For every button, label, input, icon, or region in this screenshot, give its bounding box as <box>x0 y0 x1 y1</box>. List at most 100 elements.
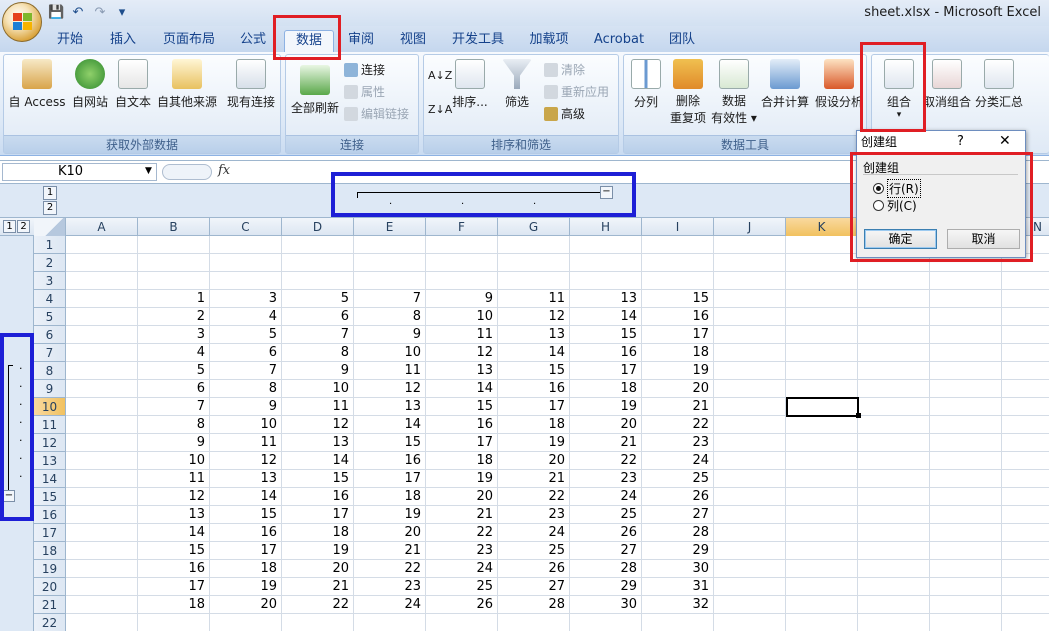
row-header-6[interactable]: 6 <box>34 326 66 344</box>
select-all-button[interactable] <box>34 218 66 236</box>
remove-duplicates-button[interactable]: 删除 重复项 <box>668 59 708 127</box>
cell[interactable]: 25 <box>570 506 640 524</box>
cell[interactable]: 15 <box>498 362 568 380</box>
cell[interactable]: 28 <box>570 560 640 578</box>
column-header-d[interactable]: D <box>282 218 354 236</box>
cell[interactable]: 14 <box>138 524 208 542</box>
cell[interactable]: 6 <box>138 380 208 398</box>
cell[interactable]: 22 <box>498 488 568 506</box>
cell[interactable]: 6 <box>282 308 352 326</box>
row-header-7[interactable]: 7 <box>34 344 66 362</box>
cell[interactable]: 26 <box>642 488 712 506</box>
row-header-21[interactable]: 21 <box>34 596 66 614</box>
row-header-20[interactable]: 20 <box>34 578 66 596</box>
cell[interactable]: 23 <box>570 470 640 488</box>
cell[interactable]: 12 <box>498 308 568 326</box>
properties-button[interactable]: 属性 <box>344 83 385 100</box>
cell[interactable]: 23 <box>354 578 424 596</box>
cell[interactable]: 26 <box>498 560 568 578</box>
cell[interactable]: 18 <box>498 416 568 434</box>
cell[interactable]: 15 <box>642 290 712 308</box>
cell[interactable]: 24 <box>354 596 424 614</box>
row-header-14[interactable]: 14 <box>34 470 66 488</box>
column-header-i[interactable]: I <box>642 218 714 236</box>
cell[interactable]: 13 <box>426 362 496 380</box>
cell[interactable]: 20 <box>354 524 424 542</box>
cell[interactable]: 11 <box>498 290 568 308</box>
name-box[interactable]: K10 <box>2 163 157 181</box>
column-header-b[interactable]: B <box>138 218 210 236</box>
clear-filter-button[interactable]: 清除 <box>544 61 585 78</box>
row-header-15[interactable]: 15 <box>34 488 66 506</box>
office-button[interactable] <box>2 2 42 42</box>
cell[interactable]: 18 <box>282 524 352 542</box>
row-header-1[interactable]: 1 <box>34 236 66 254</box>
from-web-button[interactable]: 自网站 <box>68 59 112 110</box>
row-header-3[interactable]: 3 <box>34 272 66 290</box>
cell[interactable]: 15 <box>426 398 496 416</box>
cell[interactable]: 26 <box>570 524 640 542</box>
row-header-10[interactable]: 10 <box>34 398 66 416</box>
row-header-5[interactable]: 5 <box>34 308 66 326</box>
cell[interactable]: 11 <box>282 398 352 416</box>
cell[interactable]: 15 <box>354 434 424 452</box>
cell[interactable]: 32 <box>642 596 712 614</box>
cell[interactable]: 8 <box>210 380 280 398</box>
cell[interactable]: 16 <box>282 488 352 506</box>
cell[interactable]: 22 <box>570 452 640 470</box>
cell[interactable]: 12 <box>138 488 208 506</box>
cell[interactable]: 10 <box>426 308 496 326</box>
row-header-12[interactable]: 12 <box>34 434 66 452</box>
edit-links-button[interactable]: 编辑链接 <box>344 105 409 122</box>
cell[interactable]: 19 <box>210 578 280 596</box>
cell[interactable]: 4 <box>210 308 280 326</box>
data-validation-button[interactable]: 数据 有效性 ▾ <box>710 59 758 127</box>
cell[interactable]: 12 <box>282 416 352 434</box>
customize-qat-icon[interactable]: ▾ <box>114 5 130 21</box>
cell[interactable]: 17 <box>570 362 640 380</box>
cell[interactable]: 17 <box>642 326 712 344</box>
cell[interactable]: 8 <box>354 308 424 326</box>
tab-review[interactable]: 审阅 <box>341 30 381 52</box>
row-header-16[interactable]: 16 <box>34 506 66 524</box>
column-outline-level-1[interactable]: 1 <box>43 186 57 200</box>
cell[interactable]: 19 <box>354 506 424 524</box>
row-header-8[interactable]: 8 <box>34 362 66 380</box>
text-to-columns-button[interactable]: 分列 <box>628 59 664 110</box>
cell[interactable]: 4 <box>138 344 208 362</box>
cell[interactable]: 21 <box>426 506 496 524</box>
cell[interactable]: 15 <box>138 542 208 560</box>
sort-button[interactable]: 排序... <box>452 59 488 110</box>
active-cell-k10[interactable] <box>786 397 859 417</box>
cell[interactable]: 24 <box>498 524 568 542</box>
cell[interactable]: 5 <box>138 362 208 380</box>
cell[interactable]: 9 <box>354 326 424 344</box>
from-access-button[interactable]: 自 Access <box>7 59 67 110</box>
cell[interactable]: 28 <box>642 524 712 542</box>
row-header-22[interactable]: 22 <box>34 614 66 631</box>
subtotal-button[interactable]: 分类汇总 <box>974 59 1024 110</box>
cell[interactable]: 19 <box>570 398 640 416</box>
dialog-close-icon[interactable]: ✕ <box>999 133 1011 149</box>
tab-formulas[interactable]: 公式 <box>233 30 273 52</box>
cell[interactable]: 11 <box>210 434 280 452</box>
cell[interactable]: 30 <box>642 560 712 578</box>
cell[interactable]: 1 <box>138 290 208 308</box>
from-other-sources-button[interactable]: 自其他来源 <box>154 59 220 110</box>
reapply-button[interactable]: 重新应用 <box>544 83 609 100</box>
cell[interactable]: 20 <box>210 596 280 614</box>
cell[interactable]: 25 <box>426 578 496 596</box>
save-icon[interactable]: 💾 <box>48 5 64 21</box>
row-header-18[interactable]: 18 <box>34 542 66 560</box>
connections-button[interactable]: 连接 <box>344 61 385 78</box>
cell[interactable]: 13 <box>570 290 640 308</box>
cell[interactable]: 21 <box>570 434 640 452</box>
tab-view[interactable]: 视图 <box>393 30 433 52</box>
cell[interactable]: 12 <box>210 452 280 470</box>
row-header-9[interactable]: 9 <box>34 380 66 398</box>
cell[interactable]: 8 <box>282 344 352 362</box>
cell[interactable]: 19 <box>426 470 496 488</box>
cell[interactable]: 24 <box>426 560 496 578</box>
what-if-analysis-button[interactable]: 假设分析 <box>814 59 864 110</box>
cell[interactable]: 5 <box>210 326 280 344</box>
